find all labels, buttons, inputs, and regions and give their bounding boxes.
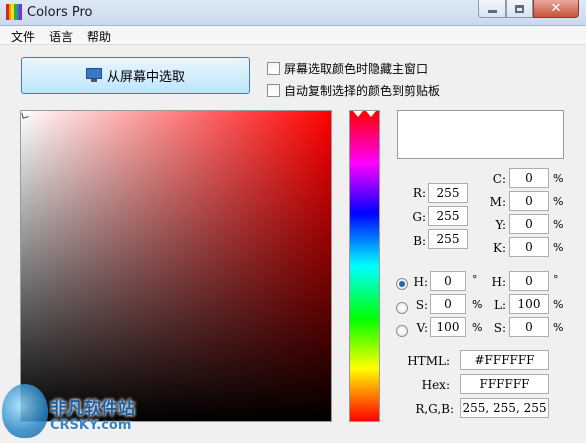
hsv-s-label: S: (415, 298, 428, 312)
watermark-text-zh: 非凡软件站 (50, 399, 135, 419)
r-field[interactable]: 255 (428, 183, 468, 203)
y-field[interactable]: 0 (509, 214, 549, 234)
auto-copy-label: 自动复制选择的颜色到剪贴板 (284, 84, 441, 98)
watermark-text-en: CRSKY.com (50, 418, 132, 433)
minimize-icon (487, 9, 497, 13)
menu-file[interactable]: 文件 (11, 28, 35, 45)
menu-bar: 文件 语言 帮助 (0, 26, 586, 45)
rgb-list-label: R,G,B: (415, 402, 454, 416)
menu-help[interactable]: 帮助 (87, 28, 111, 45)
window-title: Colors Pro (27, 5, 93, 20)
m-unit: % (553, 195, 564, 208)
hsv-v-field[interactable]: 100 (430, 317, 466, 337)
hex-field[interactable]: FFFFFF (460, 374, 549, 394)
hsv-s-field[interactable]: 0 (430, 294, 466, 314)
option-hide-window[interactable]: 屏幕选取颜色时隐藏主窗口 (267, 60, 428, 77)
maximize-icon (515, 4, 524, 13)
picker-cursor[interactable] (21, 111, 29, 119)
y-label: Y: (495, 218, 506, 232)
g-label: G: (412, 210, 426, 224)
hsl-h-label: H: (491, 275, 506, 289)
k-field[interactable]: 0 (509, 237, 549, 257)
hex-label: Hex: (421, 378, 450, 392)
c-label: C: (492, 172, 506, 186)
html-label: HTML: (407, 354, 450, 368)
maximize-button[interactable] (506, 0, 533, 18)
c-unit: % (553, 172, 564, 185)
hsl-s-label: S: (493, 321, 506, 335)
close-icon: ✕ (550, 1, 562, 16)
option-auto-copy[interactable]: 自动复制选择的颜色到剪贴板 (267, 82, 440, 99)
color-preview-swatch (397, 110, 564, 159)
rgb-list-field[interactable]: 255, 255, 255 (460, 398, 549, 418)
y-unit: % (553, 218, 564, 231)
c-field[interactable]: 0 (509, 168, 549, 188)
hsl-l-unit: % (553, 298, 564, 311)
hsv-v-unit: % (472, 321, 483, 334)
hue-slider-handle[interactable] (350, 111, 379, 119)
b-label: B: (413, 234, 426, 248)
app-palette-icon (6, 4, 23, 20)
hsv-h-field[interactable]: 0 (430, 271, 466, 291)
close-button[interactable]: ✕ (533, 0, 579, 18)
hsl-l-field[interactable]: 100 (509, 294, 549, 314)
hsl-s-field[interactable]: 0 (509, 317, 549, 337)
monitor-icon (85, 68, 102, 83)
pick-from-screen-button[interactable]: 从屏幕中选取 (21, 57, 250, 94)
hsl-h-unit: ° (553, 273, 559, 286)
hsl-s-unit: % (553, 321, 564, 334)
pick-button-label: 从屏幕中选取 (106, 70, 185, 85)
hsl-l-label: L: (493, 298, 506, 312)
hsv-h-radio[interactable] (396, 278, 408, 290)
m-field[interactable]: 0 (509, 191, 549, 211)
site-watermark: 非凡软件站 CRSKY.com (2, 380, 162, 440)
hsv-v-label: V: (416, 321, 428, 335)
menu-language[interactable]: 语言 (49, 28, 73, 45)
k-label: K: (492, 241, 506, 255)
hsv-s-radio[interactable] (396, 302, 408, 314)
hide-window-checkbox[interactable] (267, 62, 280, 75)
k-unit: % (553, 241, 564, 254)
auto-copy-checkbox[interactable] (267, 84, 280, 97)
hue-slider[interactable] (349, 110, 380, 422)
hsv-h-label: H: (413, 275, 428, 289)
hsl-h-field[interactable]: 0 (509, 271, 549, 291)
saturation-value-picker[interactable] (20, 110, 332, 422)
m-label: M: (489, 195, 506, 209)
b-field[interactable]: 255 (428, 229, 468, 249)
html-field[interactable]: #FFFFFF (460, 350, 549, 370)
watermark-logo-icon (2, 384, 48, 438)
minimize-button[interactable] (478, 0, 506, 18)
hsv-h-unit: ° (472, 273, 478, 286)
r-label: R: (412, 186, 426, 200)
title-bar: Colors Pro ✕ (0, 0, 586, 26)
hsv-v-radio[interactable] (396, 325, 408, 337)
hide-window-label: 屏幕选取颜色时隐藏主窗口 (284, 62, 429, 76)
hsv-s-unit: % (472, 298, 483, 311)
g-field[interactable]: 255 (428, 206, 468, 226)
